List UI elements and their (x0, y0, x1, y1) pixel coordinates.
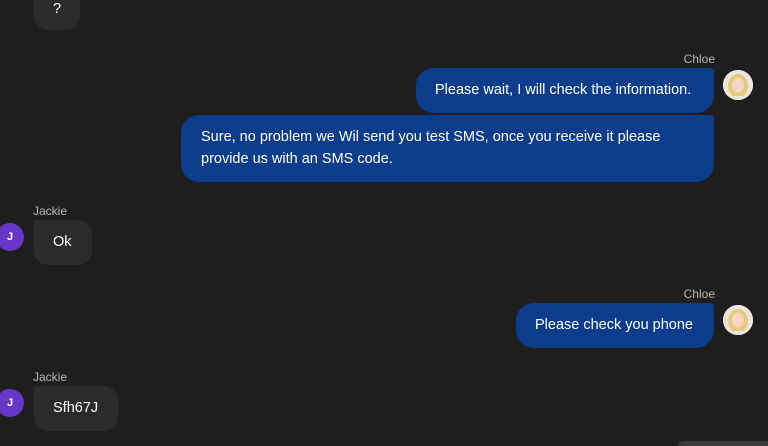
message-bubble-incoming: Sfh67J (34, 386, 118, 431)
chloe-avatar-icon (723, 305, 753, 335)
sender-name-chloe: Chloe (683, 52, 715, 66)
avatar-initial: J (6, 231, 14, 243)
sender-name-jackie: Jackie (33, 204, 68, 218)
chloe-avatar (723, 305, 753, 335)
message-text: ? (52, 1, 62, 17)
sender-name-jackie: Jackie (33, 370, 68, 384)
chat-thread[interactable]: ? Chloe Please wait, I will check the in… (0, 0, 768, 446)
message-bubble-incoming: ? (34, 0, 80, 30)
message-bubble-outgoing: Sure, no problem we Wil send you test SM… (181, 115, 714, 182)
avatar-initial: J (6, 397, 14, 409)
message-text: Ok (53, 234, 72, 250)
chloe-avatar-icon (723, 70, 753, 100)
message-bubble-incoming: Ok (34, 220, 92, 265)
sender-name-chloe: Chloe (683, 287, 715, 301)
message-bubble-outgoing: Please wait, I will check the informatio… (416, 68, 714, 113)
message-bubble-outgoing: Please check you phone (516, 303, 714, 348)
message-text: Sfh67J (53, 400, 99, 416)
jackie-avatar: J (0, 223, 24, 251)
message-text: Please check you phone (535, 317, 693, 333)
scroll-indicator[interactable] (678, 441, 768, 446)
chloe-avatar (723, 70, 753, 100)
message-text: Please wait, I will check the informatio… (435, 82, 692, 98)
jackie-avatar: J (0, 389, 24, 417)
message-text: Sure, no problem we Wil send you test SM… (201, 129, 661, 167)
